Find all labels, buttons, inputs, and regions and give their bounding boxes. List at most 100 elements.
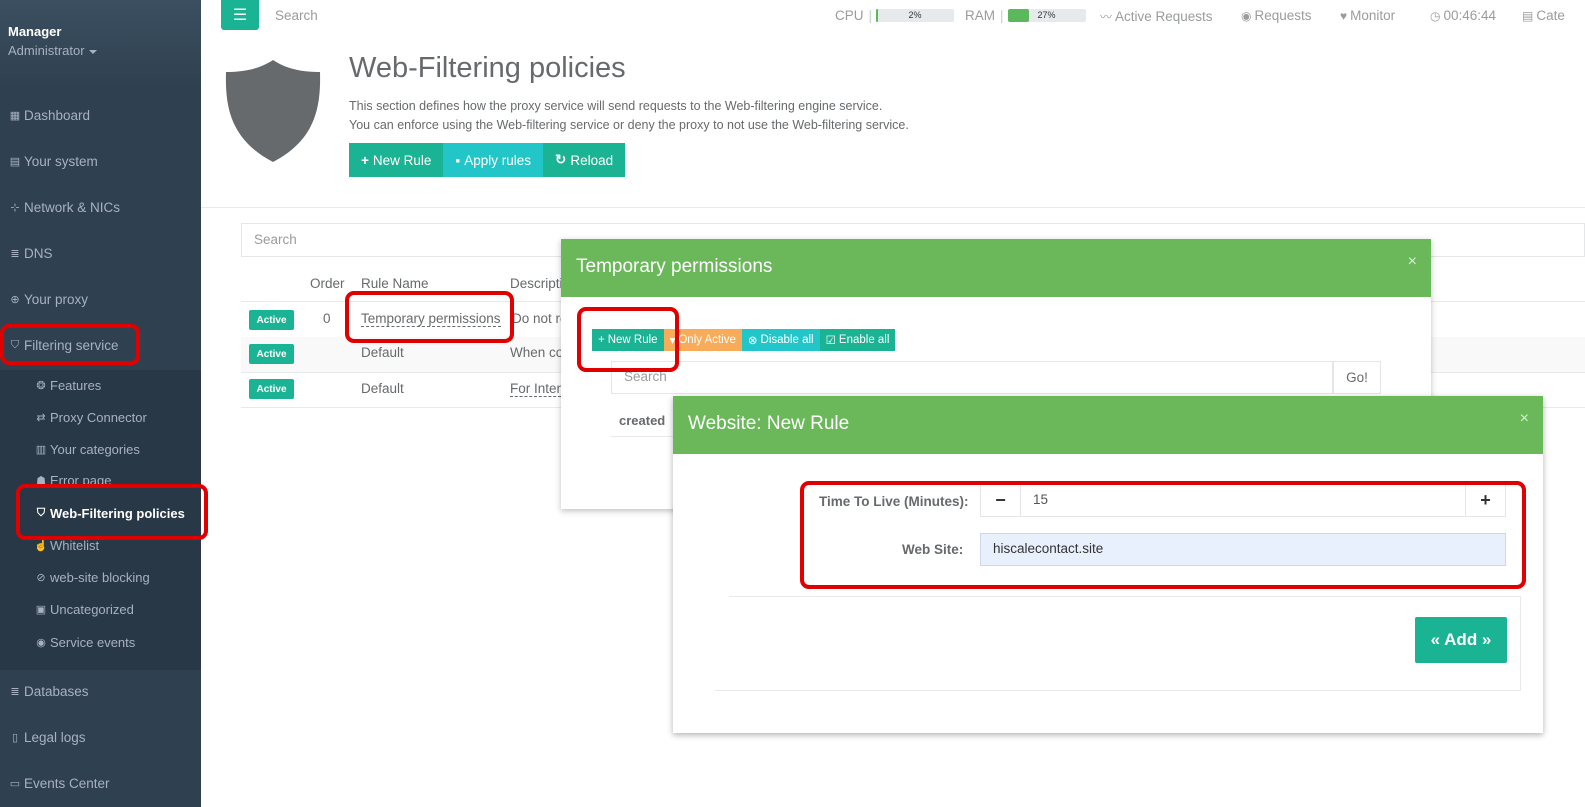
modal-footer-divider [729, 596, 1521, 597]
heartbeat-icon: 〰 [1100, 10, 1113, 24]
sidebar-item-dashboard[interactable]: ▦ Dashboard [0, 100, 201, 130]
clock-display: ◷ 00:46:44 [1430, 8, 1497, 23]
cog-icon: ❂ [36, 379, 46, 392]
ram-bar: 27% [1007, 9, 1086, 22]
ram-separator: | [1000, 8, 1004, 23]
sidebar-subitem-proxy-connector[interactable]: ⇄ Proxy Connector [34, 406, 146, 428]
categories-link[interactable]: ▤ Cate [1522, 8, 1565, 23]
ram-label: RAM [965, 8, 995, 23]
close-icon[interactable]: × [1408, 253, 1417, 271]
ban-icon: ⊘ [36, 571, 46, 584]
highlight-web-filtering-policies [16, 484, 208, 540]
sitemap-icon: ⊹ [10, 201, 20, 214]
sidebar-item-legal-logs[interactable]: ▯ Legal logs [0, 722, 201, 752]
cpu-indicator: CPU | 2% [835, 8, 955, 23]
close-icon[interactable]: × [1520, 410, 1529, 428]
row-description: Do not re [512, 311, 568, 326]
sidebar-item-network[interactable]: ⊹ Network & NICs [0, 192, 201, 222]
modal-footer-box [715, 596, 1521, 691]
ram-indicator: RAM | 27% [965, 8, 1086, 23]
cpu-bar: 2% [876, 9, 955, 22]
ram-percent: 27% [1037, 10, 1056, 20]
highlight-modal-new-rule [577, 307, 679, 372]
column-header-created[interactable]: created [619, 413, 665, 428]
books-icon: ▥ [35, 443, 47, 456]
sidebar-subitem-web-site-blocking[interactable]: ⊘ web-site blocking [34, 566, 149, 588]
new-rule-button[interactable]: + New Rule [349, 143, 444, 177]
row-description-link[interactable]: For Inter [510, 381, 562, 397]
page-description-line-2: You can enforce using the Web-filtering … [349, 118, 909, 132]
hdd-icon: ▣ [35, 603, 47, 616]
book-icon: ▤ [1522, 8, 1534, 23]
topbar: ☰ Search CPU | 2% RAM | 27% 〰 Active Requ… [201, 0, 1585, 34]
menu-toggle-button[interactable]: ☰ [221, 0, 259, 30]
modal-search-input[interactable]: Search [611, 361, 1333, 394]
database-icon: ≣ [10, 247, 20, 260]
status-badge[interactable]: Active [249, 379, 294, 399]
sidebar-subitem-service-events[interactable]: ◉ Service events [34, 631, 135, 653]
profile: Manager Administrator [0, 0, 201, 90]
page-description-line-1: This section defines how the proxy servi… [349, 99, 883, 113]
sidebar-subitem-your-categories[interactable]: ▥ Your categories [34, 438, 140, 460]
status-badge[interactable]: Active [249, 344, 294, 364]
cpu-label: CPU [835, 8, 864, 23]
requests-link[interactable]: ◉ Requests [1241, 8, 1312, 23]
profile-name: Manager [8, 24, 62, 39]
heart-icon: ♥ [1340, 8, 1348, 23]
rule-name-link[interactable]: Default [361, 381, 404, 396]
times-circle-icon: ⊗ [747, 335, 758, 347]
sidebar-subitem-uncategorized[interactable]: ▣ Uncategorized [34, 598, 134, 620]
modal-title: Website: New Rule [688, 413, 850, 434]
modal-header: Temporary permissions × [561, 239, 1431, 297]
eye-icon: ◉ [1241, 8, 1252, 23]
page-description: This section defines how the proxy servi… [349, 97, 909, 135]
column-header-order[interactable]: Order [310, 276, 345, 291]
column-header-rule-name[interactable]: Rule Name [361, 276, 429, 291]
refresh-icon: ↻ [555, 152, 567, 167]
database-icon: ≣ [10, 685, 20, 698]
save-icon: ▪ [455, 152, 461, 168]
sidebar-item-events-center[interactable]: ▭ Events Center [0, 768, 201, 798]
column-header-description[interactable]: Descripti [510, 276, 563, 291]
active-requests-link[interactable]: 〰 Active Requests [1100, 8, 1213, 25]
dashboard-icon: ▦ [9, 109, 21, 122]
monitor-link[interactable]: ♥ Monitor [1340, 8, 1395, 23]
exchange-icon: ⇄ [36, 411, 46, 424]
book-icon: ▭ [9, 777, 21, 790]
user-icon: ☗ [36, 475, 46, 484]
row-description: When co [510, 345, 564, 360]
highlight-form-fields [800, 481, 1526, 589]
status-badge[interactable]: Active [249, 310, 294, 330]
reload-button[interactable]: ↻ Reload [543, 143, 626, 177]
sidebar-item-databases[interactable]: ≣ Databases [0, 676, 201, 706]
go-button[interactable]: Go! [1333, 361, 1381, 394]
file-icon: ▯ [11, 731, 19, 744]
modal-header: Website: New Rule × [673, 396, 1543, 454]
divider [201, 207, 1585, 208]
clock-icon: ◷ [1430, 8, 1441, 23]
highlight-filtering-service [0, 324, 140, 365]
sidebar-item-your-system[interactable]: ▤ Your system [0, 146, 201, 176]
profile-role: Administrator [8, 43, 85, 58]
caret-down-icon [88, 49, 97, 54]
cpu-percent: 2% [908, 10, 922, 20]
cpu-separator: | [868, 8, 873, 23]
sidebar-subitem-error-page[interactable]: ☗ Error page [34, 470, 111, 484]
disable-all-button[interactable]: ⊗ Disable all [741, 329, 820, 351]
top-search-input[interactable]: Search [275, 8, 318, 23]
sidebar-subitem-features[interactable]: ❂ Features [34, 374, 101, 396]
enable-all-button[interactable]: ☑ Enable all [819, 329, 896, 351]
highlight-temporary-permissions [345, 291, 514, 343]
hamburger-icon: ☰ [232, 7, 248, 24]
profile-role-dropdown[interactable]: Administrator [8, 43, 201, 58]
add-button[interactable]: « Add » [1415, 617, 1507, 663]
page-title: Web-Filtering policies [349, 52, 626, 84]
apply-rules-button[interactable]: ▪ Apply rules [443, 143, 544, 177]
row-order: 0 [323, 311, 331, 326]
sidebar-item-dns[interactable]: ≣ DNS [0, 238, 201, 268]
thumbs-up-icon: ☝ [34, 539, 48, 552]
sidebar-item-your-proxy[interactable]: ⊕ Your proxy [0, 284, 201, 314]
header-button-group: + New Rule ▪ Apply rules ↻ Reload [349, 143, 626, 177]
rule-name-link[interactable]: Default [361, 345, 404, 360]
check-square-icon: ☑ [825, 335, 836, 347]
